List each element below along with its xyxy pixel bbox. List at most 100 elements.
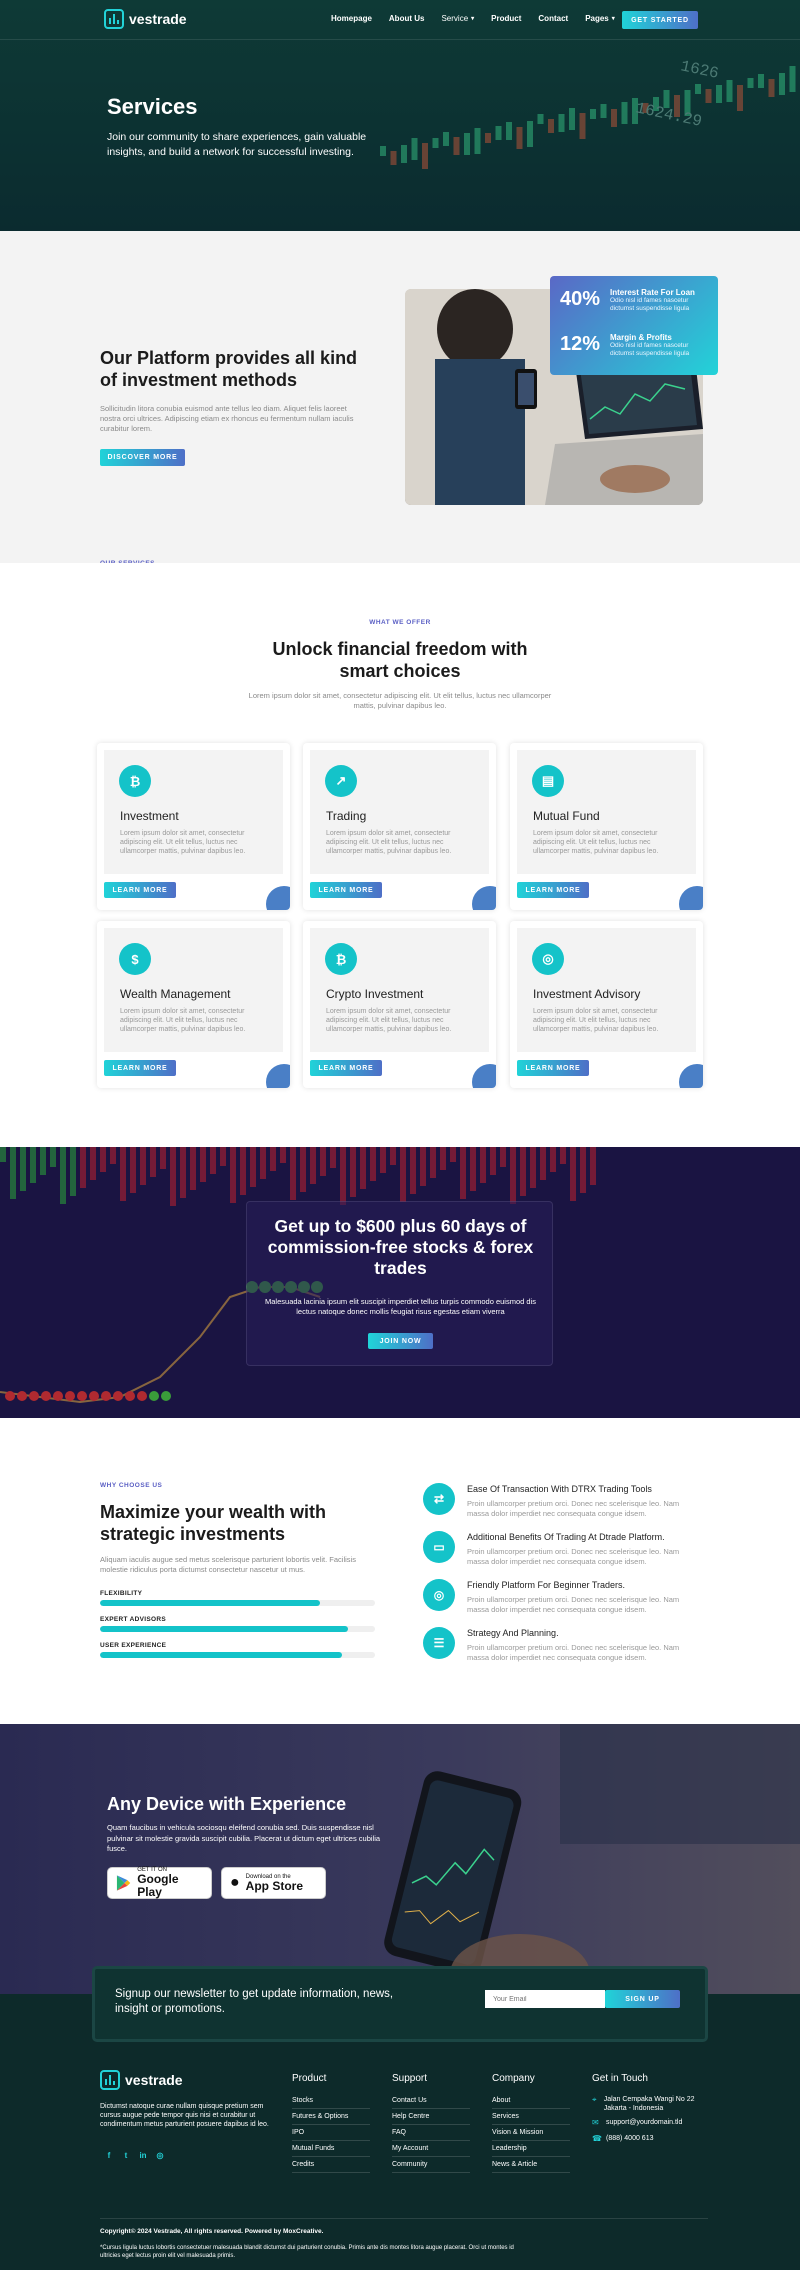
google-play-button[interactable]: GET IT ON Google Play	[107, 1867, 212, 1899]
footer-link[interactable]: My Account	[392, 2141, 470, 2157]
nav-link-pages[interactable]: Pages ▾	[585, 14, 615, 23]
stat-value: 40%	[560, 288, 601, 310]
facebook-icon[interactable]: f	[104, 2150, 114, 2160]
transaction-icon: ⇄	[423, 1483, 455, 1515]
volume-bar	[470, 1147, 476, 1191]
contact-phone[interactable]: ☎ (888) 4000 613	[592, 2134, 712, 2143]
any-device-section: Any Device with Experience Quam faucibus…	[0, 1724, 800, 1994]
footer-link[interactable]: Community	[392, 2157, 470, 2173]
feature-title: Additional Benefits Of Trading At Dtrade…	[467, 1532, 665, 1542]
volume-bar	[280, 1147, 286, 1163]
volume-bar	[110, 1147, 116, 1164]
candle	[527, 121, 533, 147]
candle	[779, 73, 785, 95]
apple-icon: ●	[230, 1874, 240, 1891]
learn-more-button[interactable]: LEARN MORE	[104, 1060, 176, 1076]
volume-bar	[530, 1147, 536, 1188]
contact-email[interactable]: ✉ support@yourdomain.tld	[592, 2118, 712, 2127]
footer: Signup our newsletter to get update info…	[0, 1966, 800, 2270]
volume-bar	[320, 1147, 326, 1176]
footer-link[interactable]: About	[492, 2093, 570, 2109]
volume-bar	[510, 1147, 516, 1204]
footer-link[interactable]: News & Article	[492, 2157, 570, 2173]
candle	[506, 122, 512, 140]
volume-bar	[260, 1147, 266, 1179]
volume-bar	[200, 1147, 206, 1182]
card-title: Investment Advisory	[533, 987, 641, 1001]
brand-name: vestrade	[129, 11, 187, 27]
learn-more-button[interactable]: LEARN MORE	[104, 882, 176, 898]
footer-link[interactable]: Contact Us	[392, 2093, 470, 2109]
nav-link-service[interactable]: Service ▾	[441, 14, 474, 23]
volume-bar	[540, 1147, 546, 1180]
mail-icon: ✉	[592, 2118, 599, 2127]
volume-bar	[420, 1147, 426, 1186]
service-card-wealth-management: $ Wealth Management Lorem ipsum dolor si…	[97, 921, 290, 1088]
top-navigation: vestrade Homepage About Us Service ▾ Prod…	[0, 0, 800, 40]
candle	[474, 128, 481, 154]
progress-flexibility: FLEXIBILITY	[100, 1590, 375, 1606]
discover-more-button[interactable]: DISCOVER MORE	[100, 449, 185, 466]
volume-bar	[350, 1147, 356, 1197]
volume-bar	[460, 1147, 466, 1199]
footer-link[interactable]: Credits	[292, 2157, 370, 2173]
volume-bar	[480, 1147, 486, 1183]
volume-bar	[0, 1147, 6, 1162]
linkedin-icon[interactable]: in	[138, 2150, 148, 2160]
candle	[411, 138, 418, 160]
strategy-icon: ☰	[423, 1627, 455, 1659]
twitter-icon[interactable]: t	[121, 2150, 131, 2160]
learn-more-button[interactable]: LEARN MORE	[310, 882, 382, 898]
footer-link[interactable]: IPO	[292, 2125, 370, 2141]
footer-link[interactable]: Mutual Funds	[292, 2141, 370, 2157]
app-store-button[interactable]: ● Download on the App Store	[221, 1867, 326, 1899]
phone-hand-image	[384, 1724, 800, 1994]
instagram-icon[interactable]: ◎	[155, 2150, 165, 2160]
card-decoration	[266, 1064, 290, 1088]
location-icon: ⌖	[592, 2095, 597, 2104]
volume-bar	[310, 1147, 316, 1184]
footer-link[interactable]: FAQ	[392, 2125, 470, 2141]
contact-address: ⌖ Jalan Cempaka Wangi No 22 Jakarta - In…	[592, 2095, 712, 2113]
brand-logo[interactable]: vestrade	[104, 9, 187, 29]
nav-link-product[interactable]: Product	[491, 14, 521, 23]
nav-link-contact[interactable]: Contact	[538, 14, 568, 23]
candle	[537, 114, 544, 124]
candle	[485, 133, 491, 143]
chart-dot	[65, 1391, 75, 1401]
footer-link[interactable]: Services	[492, 2109, 570, 2125]
learn-more-button[interactable]: LEARN MORE	[517, 882, 589, 898]
footer-link[interactable]: Stocks	[292, 2093, 370, 2109]
service-card-crypto-investment: ₿ Crypto Investment Lorem ipsum dolor si…	[303, 921, 496, 1088]
sign-up-button[interactable]: SIGN UP	[605, 1990, 680, 2008]
logo-icon	[100, 2070, 120, 2090]
progress-track	[100, 1626, 375, 1632]
store-big-text: App Store	[245, 1878, 304, 1893]
progress-fill	[100, 1600, 320, 1606]
footer-link[interactable]: Leadership	[492, 2141, 570, 2157]
footer-column-title: Company	[492, 2073, 535, 2084]
card-decoration	[472, 1064, 496, 1088]
footer-link[interactable]: Vision & Mission	[492, 2125, 570, 2141]
volume-bar	[130, 1147, 136, 1193]
nav-link-about-us[interactable]: About Us	[389, 14, 425, 23]
footer-link[interactable]: Futures & Options	[292, 2109, 370, 2125]
copyright-text: Copyright© 2024 Vestrade, All rights res…	[100, 2228, 324, 2235]
email-field[interactable]	[485, 1990, 605, 2008]
chart-dot	[137, 1391, 147, 1401]
progress-track	[100, 1652, 375, 1658]
feature-description: Proin ullamcorper pretium orci. Donec ne…	[467, 1499, 680, 1518]
learn-more-button[interactable]: LEARN MORE	[310, 1060, 382, 1076]
join-now-button[interactable]: JOIN NOW	[368, 1333, 433, 1349]
nav-link-homepage[interactable]: Homepage	[331, 14, 372, 23]
service-card-investment-advisory: ◎ Investment Advisory Lorem ipsum dolor …	[510, 921, 703, 1088]
footer-link[interactable]: Help Centre	[392, 2109, 470, 2125]
card-description: Lorem ipsum dolor sit amet, consectetur …	[533, 830, 659, 855]
candle	[453, 137, 460, 155]
learn-more-button[interactable]: LEARN MORE	[517, 1060, 589, 1076]
card-description: Lorem ipsum dolor sit amet, consectetur …	[326, 830, 452, 855]
footer-brand-logo[interactable]: vestrade	[100, 2070, 183, 2090]
phone-icon: ☎	[592, 2134, 602, 2143]
get-started-button[interactable]: GET STARTED	[622, 11, 698, 29]
volume-bar	[430, 1147, 436, 1178]
